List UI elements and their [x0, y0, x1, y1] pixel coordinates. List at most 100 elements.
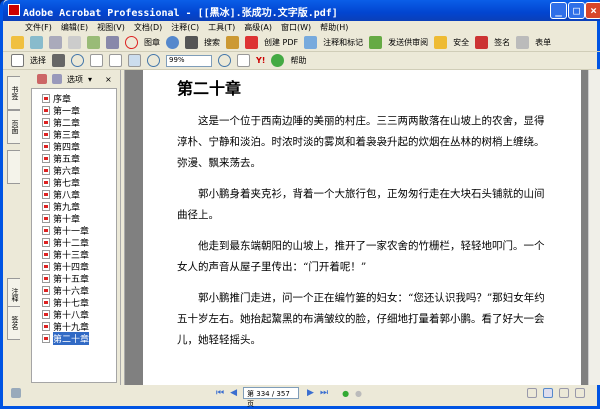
help-button[interactable]: 帮助: [290, 55, 306, 66]
fit-page-icon[interactable]: [109, 54, 122, 67]
facing-icon[interactable]: [559, 388, 570, 398]
forms-icon[interactable]: [516, 36, 530, 49]
tab-bookmarks[interactable]: 书签: [7, 76, 20, 110]
save-icon[interactable]: [49, 36, 62, 49]
bookmark-item[interactable]: 第十二章: [32, 236, 116, 249]
menu-file[interactable]: 文件(F): [25, 22, 52, 33]
secure-button[interactable]: 安全: [453, 37, 469, 48]
bookmark-item[interactable]: 第四章: [32, 140, 116, 153]
rotate-icon[interactable]: [237, 54, 250, 67]
last-page-icon[interactable]: ⏭: [320, 388, 328, 398]
close-button[interactable]: ×: [585, 2, 600, 19]
tab-signatures[interactable]: 签名: [7, 306, 20, 340]
print-icon[interactable]: [68, 36, 81, 49]
minimize-button[interactable]: _: [550, 2, 567, 19]
bookmark-item[interactable]: 第六章: [32, 164, 116, 177]
bookmark-item[interactable]: 第一章: [32, 104, 116, 117]
select-tool[interactable]: 选择: [30, 55, 46, 66]
pen-icon[interactable]: [475, 36, 489, 49]
pdf-bookmark-icon: [42, 249, 50, 259]
bookmark-item[interactable]: 第十四章: [32, 260, 116, 273]
bookmark-item[interactable]: 第十六章: [32, 284, 116, 297]
go-back-icon[interactable]: ●: [342, 389, 349, 398]
bookmark-item[interactable]: 序章: [32, 92, 116, 105]
yahoo-icon[interactable]: Y!: [256, 56, 265, 65]
expand-bookmark-icon[interactable]: [37, 74, 47, 84]
stamp-icon[interactable]: [125, 36, 138, 49]
zoom-input[interactable]: 99%: [166, 54, 212, 67]
menu-document[interactable]: 文档(D): [134, 22, 162, 33]
first-page-icon[interactable]: ⏮: [216, 388, 224, 398]
single-page-icon[interactable]: [527, 388, 538, 398]
bookmark-item[interactable]: 第十五章: [32, 272, 116, 285]
vertical-scrollbar[interactable]: [588, 70, 600, 385]
email-icon[interactable]: [87, 36, 100, 49]
bookmark-item[interactable]: 第十七章: [32, 296, 116, 309]
bookmark-item[interactable]: 第二十章: [32, 331, 116, 345]
tab-other[interactable]: [7, 150, 20, 184]
comment-icon[interactable]: [304, 36, 318, 49]
page-icon[interactable]: [11, 388, 21, 398]
snapshot-icon[interactable]: [52, 54, 65, 67]
menu-tools[interactable]: 工具(T): [208, 22, 235, 33]
bookmark-item[interactable]: 第十章: [32, 212, 116, 225]
search-button[interactable]: 搜索: [204, 37, 220, 48]
toolbar-view: 选择 99% Y! 帮助: [3, 52, 600, 70]
document-area: 第二十章 这是一个位于西南边陲的美丽的村庄。三三两两散落在山坡上的农舍，显得淳朴…: [125, 70, 588, 385]
acrobat-window: Adobe Acrobat Professional - [[黑冰].张成功.文…: [0, 0, 600, 409]
create-pdf-icon[interactable]: [245, 36, 258, 49]
help-icon[interactable]: [271, 54, 285, 67]
next-page-icon[interactable]: ▶: [307, 388, 314, 398]
new-bookmark-icon[interactable]: [52, 74, 62, 84]
menu-edit[interactable]: 编辑(E): [61, 22, 88, 33]
bookmark-item[interactable]: 第十八章: [32, 308, 116, 321]
hand-tool-icon[interactable]: [11, 54, 24, 67]
create-pdf-button[interactable]: 创建 PDF: [264, 37, 298, 48]
bookmark-item[interactable]: 第十一章: [32, 224, 116, 237]
options-button[interactable]: 选项: [67, 74, 83, 85]
picture-tasks-icon[interactable]: [226, 36, 239, 49]
actual-size-icon[interactable]: [90, 54, 103, 67]
lock-icon[interactable]: [434, 36, 448, 49]
zoom-plus-icon[interactable]: [218, 54, 231, 67]
tab-pages[interactable]: 页面: [7, 110, 20, 144]
comment-button[interactable]: 注释和标记: [323, 37, 363, 48]
forms-button[interactable]: 表单: [535, 37, 551, 48]
menu-comments[interactable]: 注释(C): [171, 22, 199, 33]
bookmark-item[interactable]: 第五章: [32, 152, 116, 165]
menu-advanced[interactable]: 高级(A): [244, 22, 272, 33]
bookmark-item[interactable]: 第七章: [32, 176, 116, 189]
status-bar: ⏮ ◀ 第 334 / 357 页 ▶ ⏭ ● ●: [3, 385, 600, 408]
continuous-icon[interactable]: [543, 388, 554, 398]
fit-width-icon[interactable]: [128, 54, 141, 67]
zoom-out-icon[interactable]: [147, 54, 160, 67]
page-number-input[interactable]: 第 334 / 357 页: [243, 387, 300, 408]
web-icon[interactable]: [166, 36, 179, 49]
send-review-button[interactable]: 发送供审阅: [388, 37, 428, 48]
review-icon[interactable]: [369, 36, 383, 49]
close-panel-icon[interactable]: ×: [105, 75, 112, 84]
menu-help[interactable]: 帮助(H): [320, 22, 348, 33]
menu-view[interactable]: 视图(V): [97, 22, 125, 33]
bookmark-item[interactable]: 第十三章: [32, 248, 116, 261]
go-forward-icon[interactable]: ●: [355, 389, 362, 398]
continuous-facing-icon[interactable]: [575, 388, 586, 398]
previous-page-icon[interactable]: ◀: [230, 388, 237, 398]
maximize-button[interactable]: □: [568, 2, 585, 19]
binoculars-icon[interactable]: [185, 36, 198, 49]
sign-button[interactable]: 签名: [494, 37, 510, 48]
menu-window[interactable]: 窗口(W): [281, 22, 311, 33]
attach-icon[interactable]: [106, 36, 119, 49]
open-icon[interactable]: [11, 36, 24, 49]
bookmark-item[interactable]: 第三章: [32, 128, 116, 141]
bookmark-item[interactable]: 第九章: [32, 200, 116, 213]
stamp-button[interactable]: 图章: [144, 37, 160, 48]
pdf-bookmark-icon: [42, 141, 50, 151]
pdf-bookmark-icon: [42, 237, 50, 247]
zoom-in-icon[interactable]: [71, 54, 84, 67]
bookmark-item[interactable]: 第二章: [32, 116, 116, 129]
chevron-down-icon[interactable]: ▾: [88, 75, 92, 84]
bookmark-item[interactable]: 第十九章: [32, 320, 116, 333]
organizer-icon[interactable]: [30, 36, 43, 49]
bookmark-item[interactable]: 第八章: [32, 188, 116, 201]
